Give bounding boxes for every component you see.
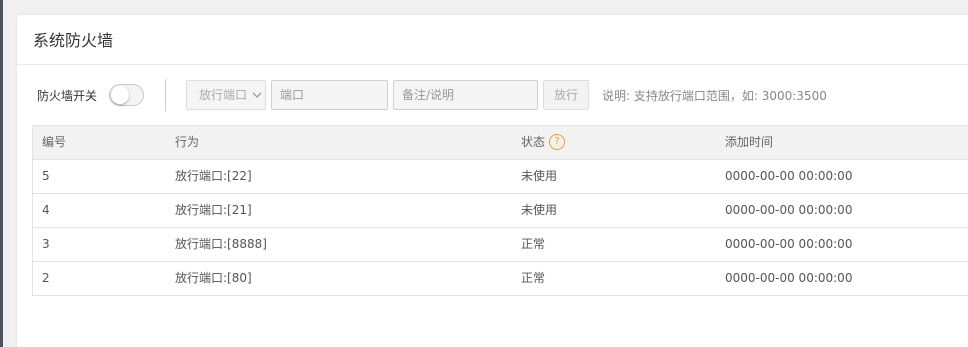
chevron-down-icon bbox=[252, 92, 262, 98]
row-action: 放行端口:[21] bbox=[175, 203, 252, 217]
row-action: 放行端口:[80] bbox=[175, 271, 252, 285]
header-added-time: 添加时间 bbox=[725, 135, 774, 149]
rule-type-select[interactable]: 放行端口 bbox=[186, 80, 266, 110]
note-input[interactable] bbox=[393, 80, 538, 110]
firewall-toolbar: 防火墙开关 放行端口 放行 说明: 支持放行端口范围，如: 3000:3500 bbox=[17, 79, 968, 111]
row-status: 未使用 bbox=[521, 169, 558, 183]
row-added-time: 0000-00-00 00:00:00 bbox=[725, 271, 853, 285]
row-id: 2 bbox=[42, 271, 50, 285]
rule-type-value: 放行端口 bbox=[199, 88, 248, 102]
table-row: 4 放行端口:[21] 未使用 0000-00-00 00:00:00 bbox=[32, 194, 968, 228]
row-added-time: 0000-00-00 00:00:00 bbox=[725, 203, 853, 217]
firewall-switch-label: 防火墙开关 bbox=[37, 89, 98, 103]
firewall-toggle[interactable] bbox=[109, 84, 144, 106]
port-input[interactable] bbox=[271, 80, 388, 110]
header-action: 行为 bbox=[175, 135, 200, 149]
header-status: 状态? bbox=[521, 126, 566, 159]
table-header: 编号 行为 状态? 添加时间 bbox=[32, 126, 968, 160]
panel-title: 系统防火墙 bbox=[33, 31, 114, 50]
row-status: 未使用 bbox=[521, 203, 558, 217]
allow-port-button[interactable]: 放行 bbox=[543, 80, 589, 110]
row-added-time: 0000-00-00 00:00:00 bbox=[725, 237, 853, 251]
toolbar-divider bbox=[165, 79, 166, 111]
firewall-rules-table: 编号 行为 状态? 添加时间 5 放行端口:[22] 未使用 0000-00-0… bbox=[32, 125, 968, 296]
row-id: 5 bbox=[42, 169, 50, 183]
header-id: 编号 bbox=[42, 135, 67, 149]
table-row: 3 放行端口:[8888] 正常 0000-00-00 00:00:00 bbox=[32, 228, 968, 262]
title-divider bbox=[17, 64, 968, 65]
row-id: 3 bbox=[42, 237, 50, 251]
row-action: 放行端口:[8888] bbox=[175, 237, 267, 251]
row-added-time: 0000-00-00 00:00:00 bbox=[725, 169, 853, 183]
port-range-hint: 说明: 支持放行端口范围，如: 3000:3500 bbox=[602, 89, 827, 103]
row-status: 正常 bbox=[521, 237, 546, 251]
firewall-panel: 系统防火墙 防火墙开关 放行端口 放行 说明: 支持放行端口范围，如: 3000… bbox=[17, 15, 968, 347]
sidebar-edge bbox=[0, 0, 3, 347]
toggle-knob bbox=[111, 86, 129, 104]
page: 系统防火墙 防火墙开关 放行端口 放行 说明: 支持放行端口范围，如: 3000… bbox=[0, 0, 968, 347]
header-status-label: 状态 bbox=[521, 135, 546, 149]
row-id: 4 bbox=[42, 203, 50, 217]
table-row: 5 放行端口:[22] 未使用 0000-00-00 00:00:00 bbox=[32, 160, 968, 194]
row-action: 放行端口:[22] bbox=[175, 169, 252, 183]
row-status: 正常 bbox=[521, 271, 546, 285]
help-icon[interactable]: ? bbox=[549, 133, 566, 150]
table-row: 2 放行端口:[80] 正常 0000-00-00 00:00:00 bbox=[32, 262, 968, 296]
